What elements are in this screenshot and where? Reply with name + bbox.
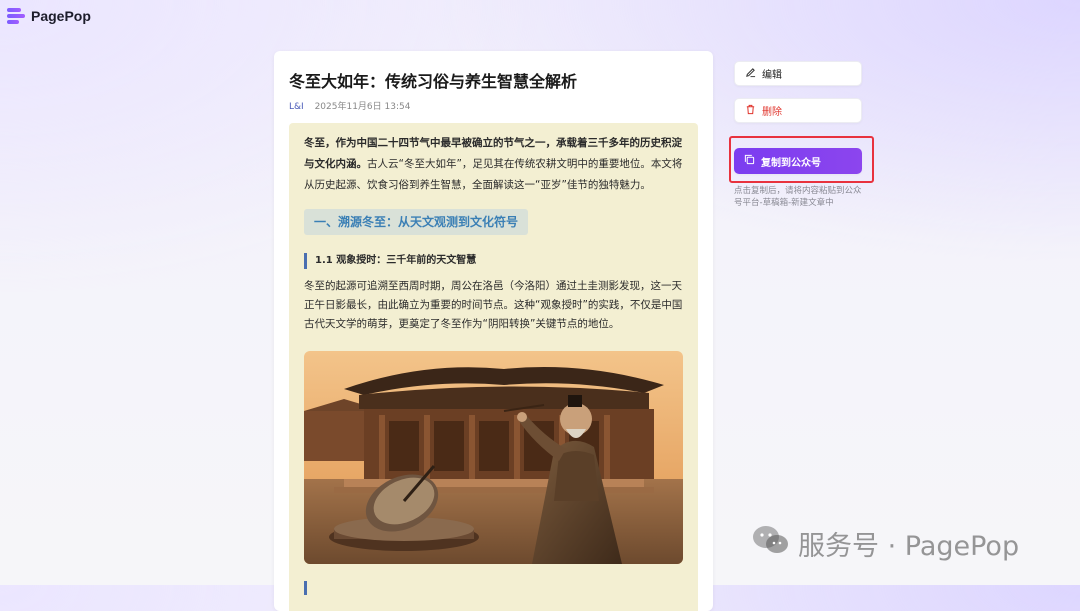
article-date: 2025年11月6日 13:54 [314, 102, 411, 112]
intro-paragraph: 冬至，作为中国二十四节气中最早被确立的节气之一，承载着三千多年的历史积淀与文化内… [304, 133, 684, 196]
pencil-icon [745, 67, 756, 81]
article-meta: L&I 2025年11月6日 13:54 [289, 99, 410, 112]
top-bar: PagePop [0, 0, 1080, 40]
article-title: 冬至大如年：传统习俗与养生智慧全解析 [289, 72, 578, 91]
highlight-frame [729, 136, 874, 183]
delete-label: 删除 [762, 107, 782, 118]
article-author[interactable]: L&I [289, 102, 304, 112]
delete-button[interactable]: 删除 [734, 98, 862, 123]
body-paragraph: 冬至的起源可追溯至西周时期，周公在洛邑（今洛阳）通过土圭测影发现，这一天正午日影… [304, 280, 683, 330]
watermark-text: 服务号 · PagePop [798, 531, 1020, 562]
edit-button[interactable]: 编辑 [734, 61, 862, 86]
next-subsection-marker [304, 581, 307, 595]
watermark: 服务号 · PagePop [752, 524, 1019, 563]
article-content: 冬至，作为中国二十四节气中最早被确立的节气之一，承载着三千多年的历史积淀与文化内… [289, 123, 698, 611]
app-name: PagePop [31, 8, 91, 24]
pagepop-logo-icon [7, 8, 25, 24]
app-logo[interactable]: PagePop [7, 8, 91, 24]
trash-icon [745, 104, 756, 118]
section-heading: 一、溯源冬至：从天文观测到文化符号 [304, 209, 529, 235]
article-illustration [304, 351, 683, 564]
article-card: 冬至大如年：传统习俗与养生智慧全解析 L&I 2025年11月6日 13:54 … [274, 51, 713, 611]
wechat-icon [752, 524, 790, 563]
edit-label: 编辑 [762, 70, 782, 81]
copy-hint: 点击复制后，请将内容粘贴到公众号平台-草稿箱-新建文章中 [734, 186, 862, 208]
subsection-heading: 1.1 观象授时：三千年前的天文智慧 [304, 253, 476, 269]
